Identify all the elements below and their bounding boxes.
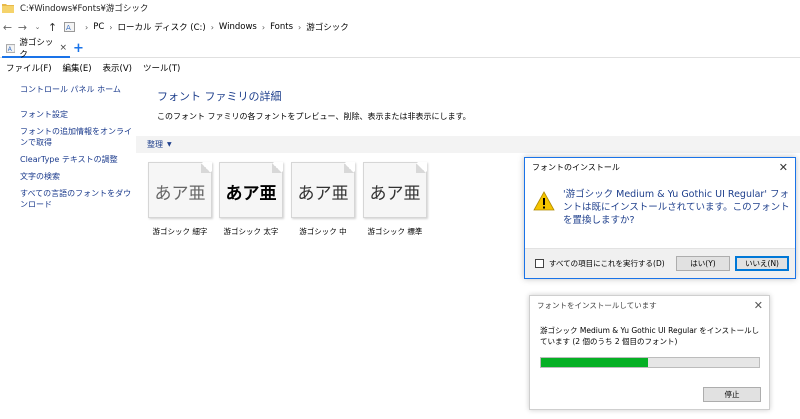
progress-bar-fill	[541, 358, 648, 367]
back-button[interactable]: ←	[0, 19, 15, 35]
up-button[interactable]: ↑	[45, 19, 60, 35]
font-sample: あア亜	[225, 184, 277, 204]
tab-label: 游ゴシック	[19, 38, 54, 60]
yes-button[interactable]: はい(Y)	[676, 256, 730, 271]
font-sample: あア亜	[297, 184, 349, 204]
dialog-message: '游ゴシック Medium & Yu Gothic UI Regular' フォ…	[563, 189, 790, 226]
title-bar: C:¥Windows¥Fonts¥游ゴシック	[0, 0, 800, 16]
breadcrumb-separator: ›	[85, 22, 89, 32]
menu-tools[interactable]: ツール(T)	[143, 62, 180, 74]
font-sample: あア亜	[154, 184, 206, 204]
chevron-down-icon: ▼	[167, 141, 172, 148]
page-title: フォント ファミリの詳細	[157, 90, 282, 103]
organize-button[interactable]: 整理	[147, 139, 163, 150]
add-tab-button[interactable]: +	[73, 41, 84, 56]
sidebar-item-download-fonts[interactable]: すべての言語のフォントをダウンロード	[20, 188, 132, 210]
breadcrumb-pc[interactable]: PC	[93, 22, 104, 32]
font-preview-tile[interactable]: あア亜	[219, 162, 283, 218]
font-item-medium[interactable]: あア亜 游ゴシック 中	[291, 162, 361, 237]
stop-button[interactable]: 停止	[703, 387, 761, 402]
menu-file[interactable]: ファイル(F)	[6, 62, 52, 74]
dialog-title: フォントのインストール	[532, 163, 620, 172]
font-item-thin[interactable]: あア亜 游ゴシック 細字	[148, 162, 218, 237]
close-icon[interactable]: ✕	[754, 299, 763, 312]
breadcrumb-local-disk[interactable]: ローカル ディスク (C:)	[117, 21, 205, 33]
no-button[interactable]: いいえ(N)	[735, 256, 789, 271]
progress-message: 游ゴシック Medium & Yu Gothic UI Regular をインス…	[540, 326, 760, 346]
close-icon[interactable]: ✕	[779, 161, 788, 174]
warning-icon	[533, 191, 555, 211]
breadcrumb[interactable]: A › PC › ローカル ディスク (C:) › Windows › Font…	[64, 21, 349, 33]
menu-view[interactable]: 表示(V)	[103, 62, 132, 74]
folder-icon	[2, 4, 14, 13]
apply-to-all-checkbox[interactable]	[535, 259, 544, 268]
font-item-bold[interactable]: あア亜 游ゴシック 太字	[219, 162, 289, 237]
arrow-left-icon: ←	[2, 20, 13, 34]
breadcrumb-separator: ›	[109, 22, 113, 32]
sidebar-item-get-font-info-online[interactable]: フォントの追加情報をオンラインで取得	[20, 126, 132, 148]
arrow-up-icon: ↑	[47, 20, 58, 34]
breadcrumb-separator: ›	[298, 22, 302, 32]
page-description: このフォント ファミリの各フォントをプレビュー、削除、表示または非表示にします。	[157, 112, 471, 121]
install-progress-dialog: フォントをインストールしています ✕ 游ゴシック Medium & Yu Got…	[529, 295, 770, 410]
address-bar: ← → ⌄ ↑ A › PC › ローカル ディスク (C:) › Window…	[0, 18, 800, 36]
progress-bar	[540, 357, 760, 368]
svg-text:A: A	[66, 24, 71, 32]
sidebar-item-cleartype[interactable]: ClearType テキストの調整	[20, 154, 140, 165]
dialog-footer: すべての項目にこれを実行する(D) はい(Y) いいえ(N)	[525, 248, 795, 278]
font-preview-tile[interactable]: あア亜	[148, 162, 212, 218]
breadcrumb-windows[interactable]: Windows	[219, 22, 257, 32]
font-preview-tile[interactable]: あア亜	[291, 162, 355, 218]
sidebar-item-find-character[interactable]: 文字の検索	[20, 171, 140, 182]
window-title: C:¥Windows¥Fonts¥游ゴシック	[20, 4, 149, 14]
tab-yu-gothic[interactable]: A 游ゴシック ×	[2, 38, 70, 60]
sidebar: コントロール パネル ホーム フォント設定 フォントの追加情報をオンラインで取得…	[20, 84, 140, 216]
font-preview-tile[interactable]: あア亜	[363, 162, 427, 218]
dialog-title: フォントをインストールしています	[537, 301, 657, 310]
font-label: 游ゴシック 中	[299, 227, 347, 236]
close-icon[interactable]: ×	[59, 43, 67, 53]
history-dropdown[interactable]: ⌄	[30, 19, 45, 35]
menu-bar: ファイル(F) 編集(E) 表示(V) ツール(T)	[0, 60, 191, 76]
command-bar: 整理 ▼	[136, 136, 800, 153]
arrow-right-icon: →	[17, 20, 28, 34]
breadcrumb-separator: ›	[210, 22, 214, 32]
menu-edit[interactable]: 編集(E)	[63, 62, 92, 74]
tab-bar: A 游ゴシック × +	[0, 38, 800, 60]
sidebar-item-control-panel-home[interactable]: コントロール パネル ホーム	[20, 84, 140, 95]
sidebar-item-font-settings[interactable]: フォント設定	[20, 109, 140, 120]
font-label: 游ゴシック 細字	[152, 227, 208, 236]
fonts-folder-icon: A	[6, 43, 16, 53]
font-install-dialog: フォントのインストール ✕ '游ゴシック Medium & Yu Gothic …	[524, 157, 796, 279]
breadcrumb-fonts[interactable]: Fonts	[270, 22, 293, 32]
forward-button[interactable]: →	[15, 19, 30, 35]
breadcrumb-yu-gothic[interactable]: 游ゴシック	[306, 21, 349, 33]
fonts-folder-icon: A	[64, 22, 75, 32]
apply-to-all-label[interactable]: すべての項目にこれを実行する(D)	[549, 258, 665, 269]
chevron-down-icon: ⌄	[34, 23, 41, 31]
font-label: 游ゴシック 標準	[367, 227, 423, 236]
breadcrumb-separator: ›	[261, 22, 266, 32]
font-label: 游ゴシック 太字	[223, 227, 279, 236]
font-sample: あア亜	[369, 184, 421, 204]
font-item-regular[interactable]: あア亜 游ゴシック 標準	[363, 162, 433, 237]
